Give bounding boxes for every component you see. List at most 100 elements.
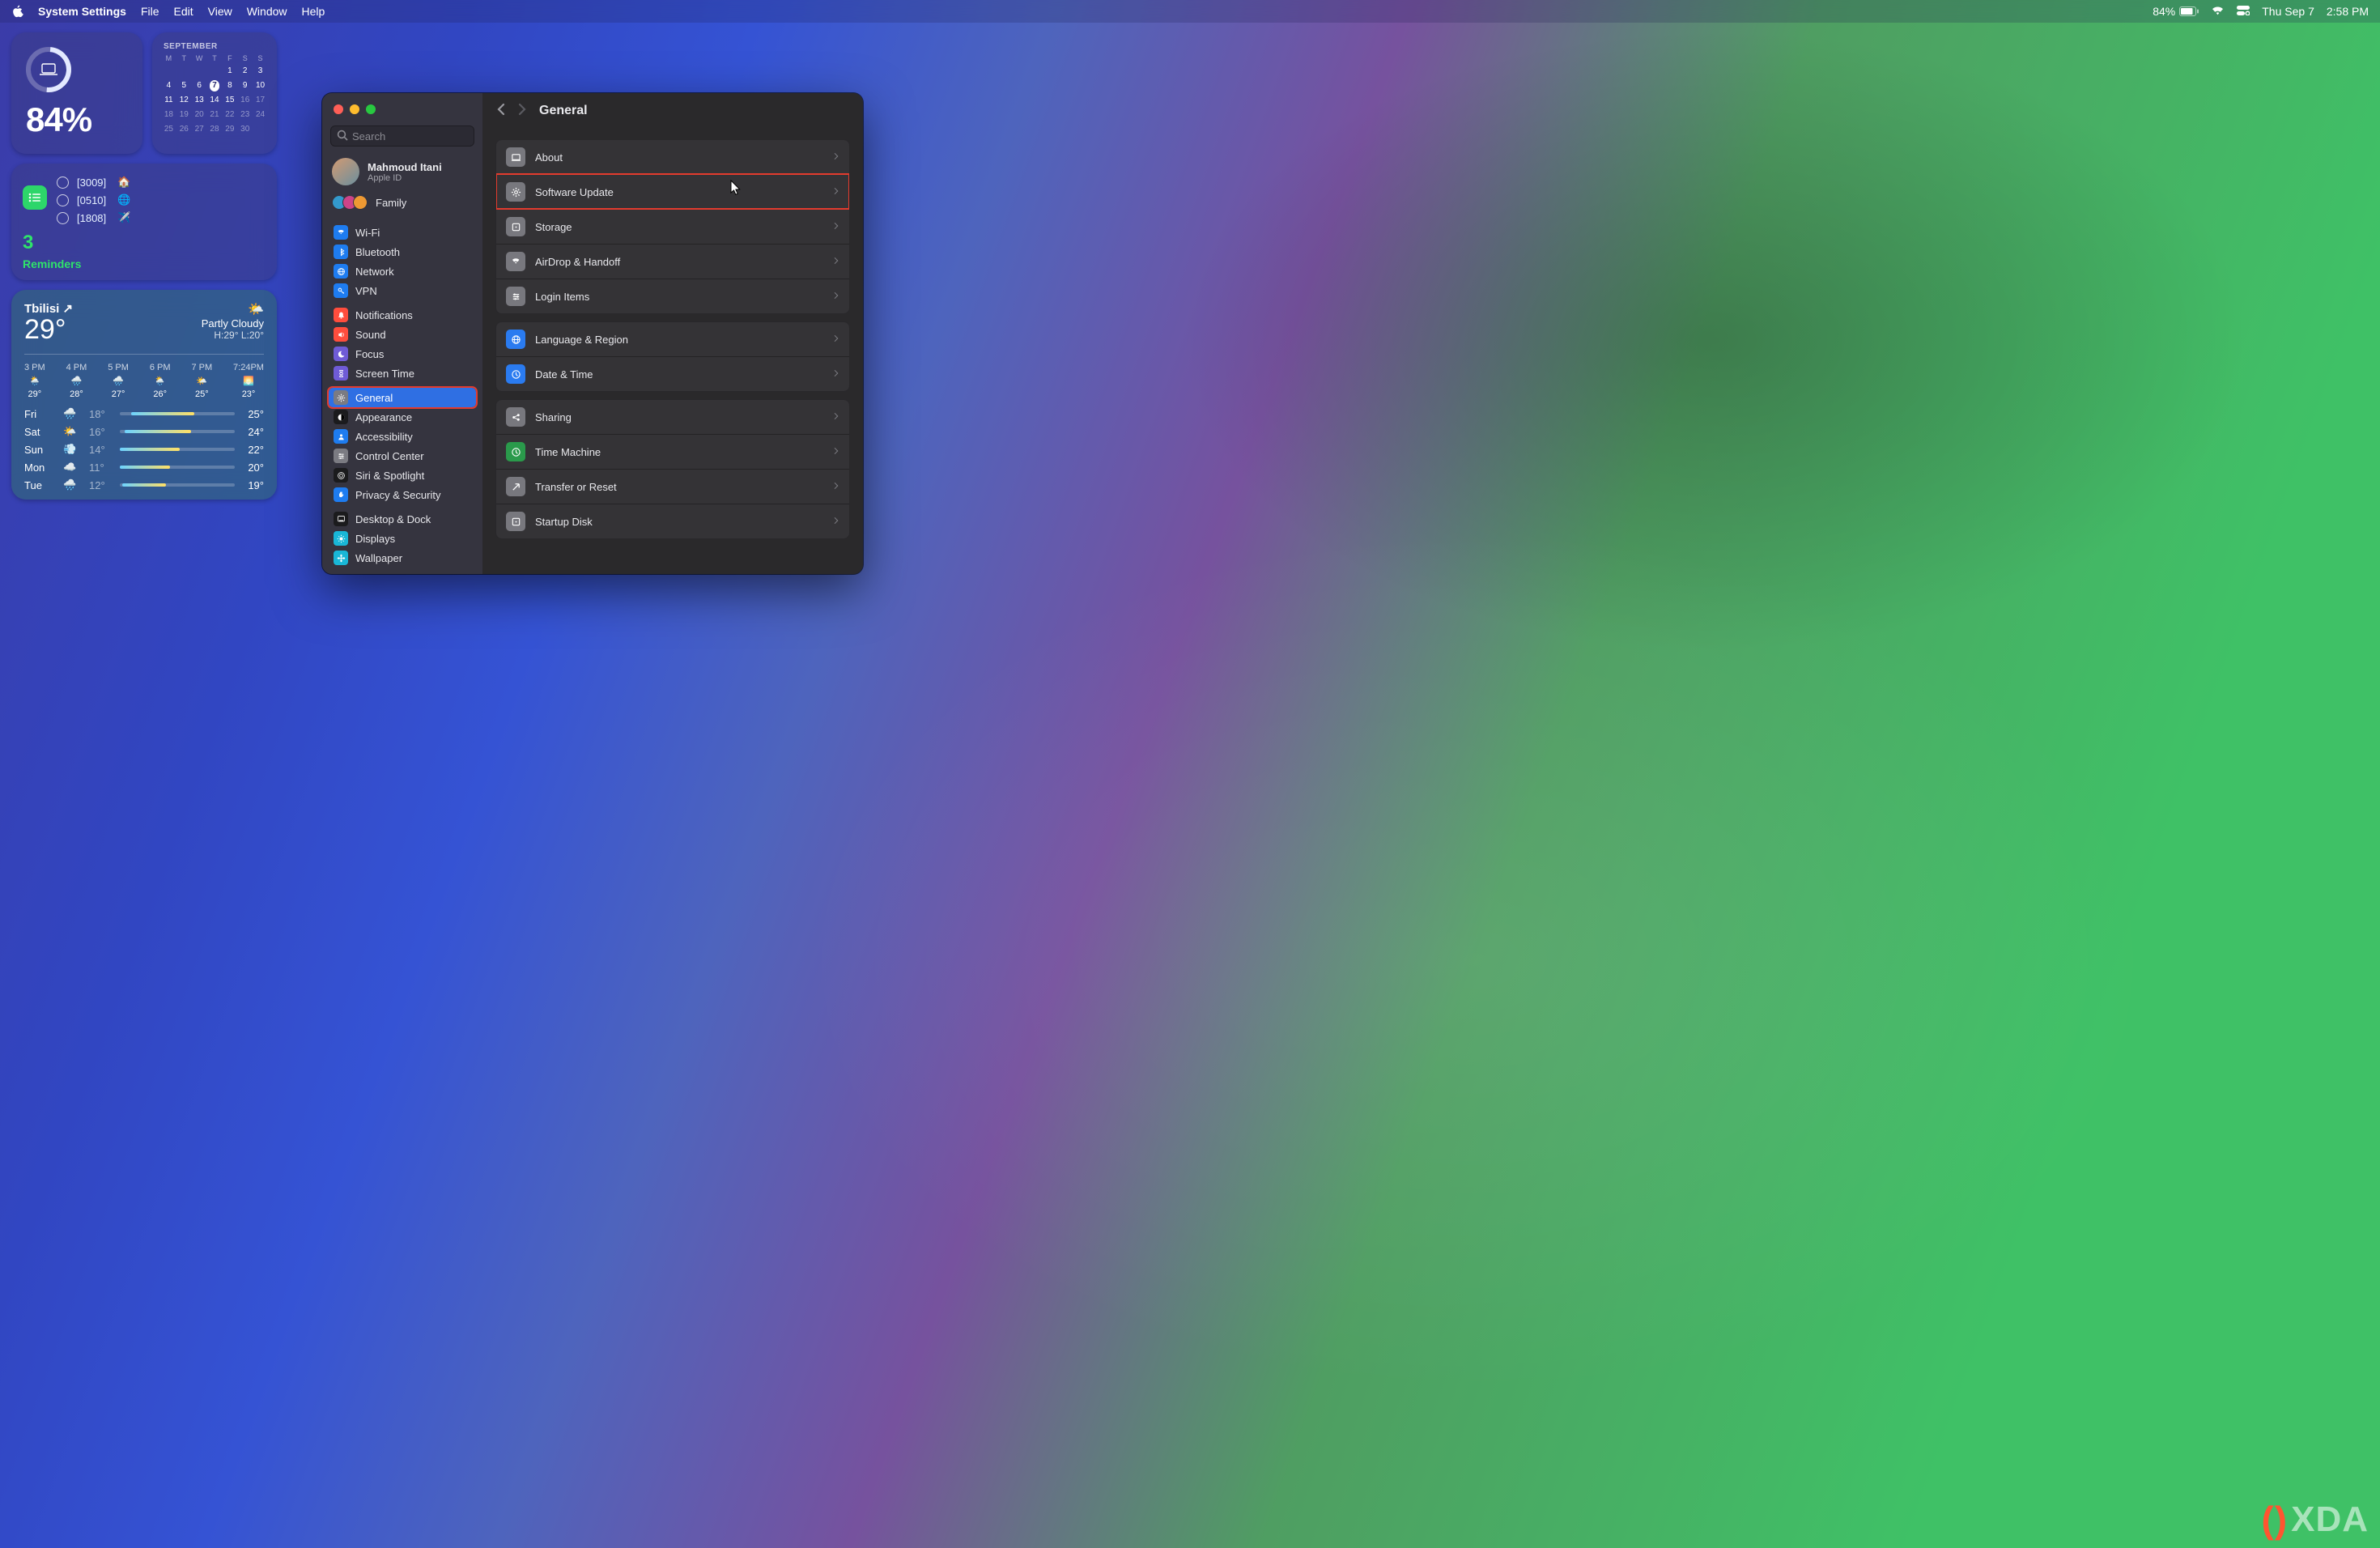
menu-edit[interactable]: Edit [174,5,193,18]
control-center-icon[interactable] [2237,5,2250,18]
sidebar-item-vpn[interactable]: VPN [329,281,476,300]
calendar-day[interactable]: 7 [210,80,220,91]
sidebar-item-focus[interactable]: Focus [329,344,476,364]
calendar-day[interactable]: 5 [179,80,189,91]
sidebar-item-desktop-dock[interactable]: Desktop & Dock [329,509,476,529]
calendar-day[interactable]: 17 [255,95,266,106]
forward-button[interactable] [518,103,526,118]
apple-logo-icon[interactable] [11,5,23,18]
calendar-day[interactable]: 10 [255,80,266,91]
calendar-day[interactable]: 20 [194,109,205,121]
reminder-item[interactable]: [0510]🌐 [57,191,266,209]
calendar-grid: MTWTFSS123456789101112131415161718192021… [164,54,266,135]
close-button[interactable] [334,104,343,114]
sidebar-item-privacy[interactable]: Privacy & Security [329,485,476,504]
sidebar-item-sound[interactable]: Sound [329,325,476,344]
settings-item-sharing[interactable]: Sharing [496,400,849,434]
calendar-day[interactable]: 29 [224,124,235,135]
reminder-checkbox[interactable] [57,212,69,224]
menu-file[interactable]: File [141,5,159,18]
menu-view[interactable]: View [208,5,232,18]
settings-item-transfer-reset[interactable]: Transfer or Reset [496,469,849,504]
calendar-day[interactable]: 12 [179,95,189,106]
sidebar-item-appearance[interactable]: Appearance [329,407,476,427]
sidebar-item-siri[interactable]: Siri & Spotlight [329,466,476,485]
calendar-day[interactable]: 15 [224,95,235,106]
wifi-icon[interactable] [2211,5,2225,18]
menubar-date[interactable]: Thu Sep 7 [2262,5,2314,18]
battery-status[interactable]: 84% [2153,5,2199,18]
calendar-day[interactable]: 6 [194,80,205,91]
vpn-icon [334,283,348,298]
calendar-day[interactable]: 30 [240,124,250,135]
settings-item-language-region[interactable]: Language & Region [496,322,849,356]
calendar-day[interactable]: 4 [164,80,174,91]
sidebar-item-control-center[interactable]: Control Center [329,446,476,466]
calendar-day[interactable] [210,66,220,77]
sidebar-item-displays[interactable]: Displays [329,529,476,548]
sidebar-item-wifi[interactable]: Wi-Fi [329,223,476,242]
settings-item-software-update[interactable]: Software Update [496,174,849,209]
calendar-day[interactable] [164,66,174,77]
calendar-day[interactable]: 1 [224,66,235,77]
settings-item-login-items[interactable]: Login Items [496,279,849,313]
sidebar-item-accessibility[interactable]: Accessibility [329,427,476,446]
sidebar-item-notifications[interactable]: Notifications [329,305,476,325]
calendar-day[interactable]: 26 [179,124,189,135]
control-center-icon [334,449,348,463]
zoom-button[interactable] [366,104,376,114]
sidebar-item-label: General [355,392,393,404]
calendar-day[interactable] [194,66,205,77]
settings-item-about[interactable]: About [496,140,849,174]
calendar-day[interactable]: 8 [224,80,235,91]
calendar-day[interactable]: 24 [255,109,266,121]
minimize-button[interactable] [350,104,359,114]
search-input[interactable] [330,125,474,147]
menubar-time[interactable]: 2:58 PM [2327,5,2369,18]
battery-widget-pct: 84% [26,100,91,139]
reminder-checkbox[interactable] [57,176,69,189]
calendar-day[interactable]: 2 [240,66,250,77]
reminders-widget[interactable]: [3009]🏠[0510]🌐[1808]✈️ 3 Reminders [11,164,277,280]
calendar-day[interactable] [179,66,189,77]
calendar-day[interactable]: 11 [164,95,174,106]
settings-item-storage[interactable]: Storage [496,209,849,244]
calendar-day[interactable]: 25 [164,124,174,135]
calendar-widget[interactable]: SEPTEMBER MTWTFSS12345678910111213141516… [152,32,277,154]
sidebar-item-general[interactable]: General [329,388,476,407]
menu-window[interactable]: Window [247,5,287,18]
family-row[interactable]: Family [322,194,482,218]
calendar-day[interactable]: 3 [255,66,266,77]
calendar-day[interactable]: 27 [194,124,205,135]
settings-item-startup-disk[interactable]: Startup Disk [496,504,849,538]
sidebar-item-network[interactable]: Network [329,262,476,281]
calendar-day[interactable]: 16 [240,95,250,106]
battery-widget[interactable]: 84% [11,32,142,154]
back-button[interactable] [497,103,505,118]
calendar-day[interactable]: 23 [240,109,250,121]
calendar-day[interactable]: 22 [224,109,235,121]
calendar-day[interactable]: 21 [210,109,220,121]
calendar-day[interactable]: 13 [194,95,205,106]
reminder-checkbox[interactable] [57,194,69,206]
menu-help[interactable]: Help [302,5,325,18]
apple-id-row[interactable]: Mahmoud Itani Apple ID [322,155,482,194]
calendar-day[interactable]: 19 [179,109,189,121]
calendar-day[interactable]: 14 [210,95,220,106]
sidebar-item-screen-time[interactable]: Screen Time [329,364,476,383]
about-icon [506,147,525,167]
calendar-day[interactable]: 18 [164,109,174,121]
calendar-day[interactable] [255,124,266,135]
reminder-item[interactable]: [3009]🏠 [57,173,266,191]
weather-widget[interactable]: Tbilisi ↗ 29° 🌤️ Partly Cloudy H:29° L:2… [11,290,277,500]
reminder-item[interactable]: [1808]✈️ [57,209,266,227]
settings-item-date-time[interactable]: Date & Time [496,356,849,391]
settings-item-airdrop[interactable]: AirDrop & Handoff [496,244,849,279]
sidebar-item-wallpaper[interactable]: Wallpaper [329,548,476,568]
sidebar-item-bluetooth[interactable]: Bluetooth [329,242,476,262]
calendar-day[interactable]: 28 [210,124,220,135]
settings-item-time-machine[interactable]: Time Machine [496,434,849,469]
family-avatars [332,195,368,210]
calendar-day[interactable]: 9 [240,80,250,91]
menubar-app-name[interactable]: System Settings [38,5,126,18]
